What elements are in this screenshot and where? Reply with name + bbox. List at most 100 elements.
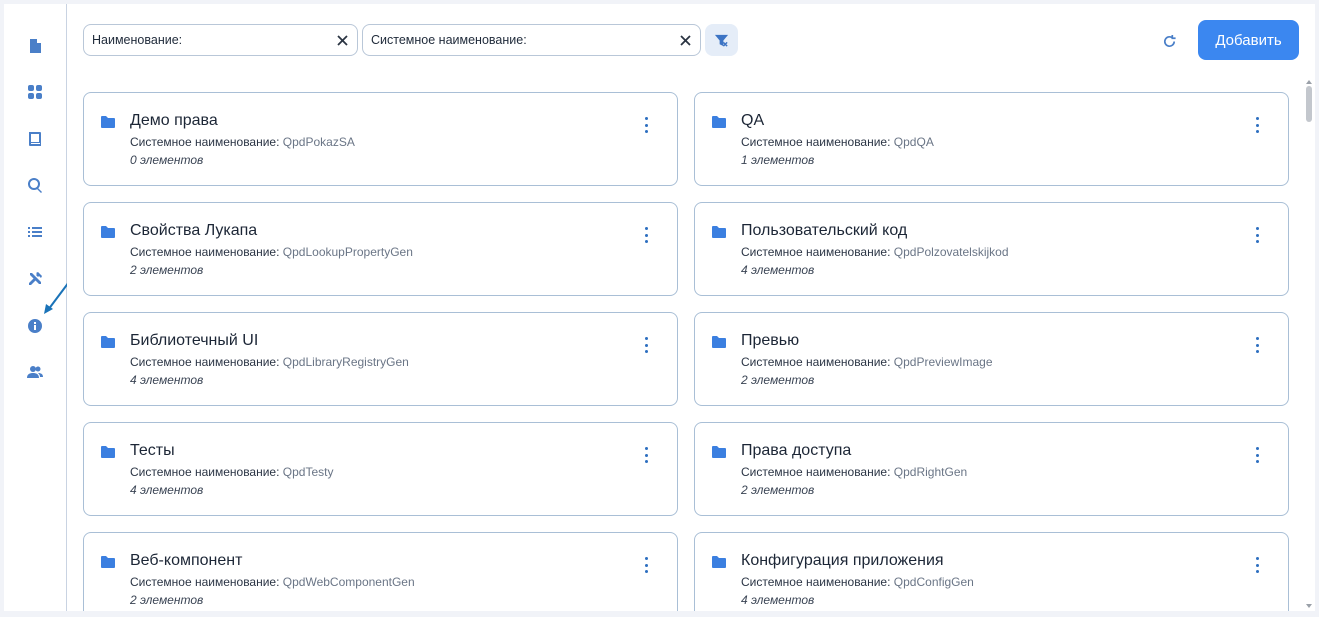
close-icon [679, 34, 691, 46]
document-icon [30, 39, 41, 53]
scrollbar-thumb[interactable] [1306, 86, 1312, 122]
card-title: Библиотечный UI [130, 332, 259, 349]
card-title: Веб-компонент [130, 552, 243, 569]
card-count: 1 элементов [741, 153, 815, 167]
folder-icon [712, 555, 726, 568]
card[interactable]: Конфигурация приложения Системное наимен… [694, 532, 1289, 611]
card-title: Тесты [130, 442, 175, 459]
sidebar-item-users[interactable] [23, 360, 47, 384]
name-filter-clear-button[interactable] [335, 33, 349, 47]
folder-icon [712, 335, 726, 348]
card-system-name-value: QpdPokazSA [282, 135, 355, 149]
card-system-name-label: Системное наименование: [741, 135, 891, 149]
card-system-name-value: QpdLookupPropertyGen [282, 245, 413, 259]
card-system-name: Системное наименование: QpdTesty [130, 465, 334, 479]
card-system-name-value: QpdConfigGen [893, 575, 974, 589]
folder-icon [712, 115, 726, 128]
more-vertical-icon[interactable] [1252, 227, 1262, 243]
scroll-up-icon[interactable] [1306, 80, 1312, 84]
card[interactable]: Демо права Системное наименование: QpdPo… [83, 92, 678, 186]
scroll-down-icon[interactable] [1306, 604, 1312, 608]
more-vertical-icon[interactable] [1252, 557, 1262, 573]
card-count: 0 элементов [130, 153, 204, 167]
folder-icon [101, 445, 115, 458]
card-system-name-value: QpdPolzovatelskijkod [893, 245, 1009, 259]
more-vertical-icon[interactable] [641, 117, 651, 133]
folder-icon [101, 225, 115, 238]
card[interactable]: Пользовательский код Системное наименова… [694, 202, 1289, 296]
name-filter[interactable]: Наименование: [83, 24, 358, 56]
app-window: Наименование: Системное наименование: До… [0, 0, 1319, 617]
card-title: QA [741, 112, 765, 129]
card-system-name-label: Системное наименование: [130, 245, 280, 259]
main-panel: Наименование: Системное наименование: До… [67, 4, 1315, 611]
more-vertical-icon[interactable] [1252, 117, 1262, 133]
card[interactable]: Библиотечный UI Системное наименование: … [83, 312, 678, 406]
folder-icon [101, 555, 115, 568]
card-system-name: Системное наименование: QpdPolzovatelski… [741, 245, 1009, 259]
more-vertical-icon[interactable] [641, 447, 651, 463]
sysname-filter[interactable]: Системное наименование: [362, 24, 701, 56]
sidebar-item-dashboard[interactable] [23, 80, 47, 104]
sysname-filter-input[interactable] [530, 33, 678, 47]
card-count: 2 элементов [741, 373, 815, 387]
sysname-filter-clear-button[interactable] [678, 33, 692, 47]
card-system-name: Системное наименование: QpdWebComponentG… [130, 575, 415, 589]
card[interactable]: Веб-компонент Системное наименование: Qp… [83, 532, 678, 611]
card-system-name-label: Системное наименование: [741, 465, 891, 479]
name-filter-input[interactable] [186, 33, 335, 47]
folder-icon [712, 225, 726, 238]
more-vertical-icon[interactable] [641, 227, 651, 243]
info-icon [28, 319, 42, 333]
add-button[interactable]: Добавить [1198, 20, 1299, 60]
more-vertical-icon[interactable] [641, 557, 651, 573]
more-vertical-icon[interactable] [1252, 447, 1262, 463]
card-system-name-value: QpdLibraryRegistryGen [282, 355, 409, 369]
folder-icon [712, 445, 726, 458]
sidebar-item-list[interactable] [23, 220, 47, 244]
scrollbar[interactable] [1303, 80, 1313, 611]
card-title: Пользовательский код [741, 222, 908, 239]
card-count: 2 элементов [130, 593, 204, 607]
card[interactable]: Тесты Системное наименование: QpdTesty 4… [83, 422, 678, 516]
card-system-name: Системное наименование: QpdLibraryRegist… [130, 355, 409, 369]
card-system-name: Системное наименование: QpdRightGen [741, 465, 967, 479]
card-title: Демо права [130, 112, 218, 129]
close-icon [336, 34, 348, 46]
card-system-name-label: Системное наименование: [741, 245, 891, 259]
sidebar-item-documents[interactable] [23, 34, 47, 58]
card[interactable]: QA Системное наименование: QpdQA 1 элеме… [694, 92, 1289, 186]
clear-filters-button[interactable] [705, 24, 738, 56]
card[interactable]: Права доступа Системное наименование: Qp… [694, 422, 1289, 516]
card-system-name: Системное наименование: QpdLookupPropert… [130, 245, 413, 259]
card-system-name-label: Системное наименование: [130, 575, 280, 589]
card-system-name-value: QpdRightGen [893, 465, 968, 479]
card-system-name-value: QpdTesty [282, 465, 334, 479]
refresh-button[interactable] [1158, 30, 1180, 52]
card-count: 4 элементов [741, 263, 815, 277]
card[interactable]: Превью Системное наименование: QpdPrevie… [694, 312, 1289, 406]
list-icon [28, 227, 42, 237]
card-count: 2 элементов [130, 263, 204, 277]
card-system-name-value: QpdWebComponentGen [282, 575, 415, 589]
card-system-name-value: QpdPreviewImage [893, 355, 993, 369]
more-vertical-icon[interactable] [1252, 337, 1262, 353]
sidebar-item-info[interactable] [23, 314, 47, 338]
folder-icon [101, 115, 115, 128]
card[interactable]: Свойства Лукапа Системное наименование: … [83, 202, 678, 296]
card-system-name: Системное наименование: QpdPreviewImage [741, 355, 993, 369]
book-icon [29, 132, 41, 146]
card-system-name-label: Системное наименование: [130, 465, 280, 479]
filter-off-icon [714, 34, 729, 47]
card-system-name: Системное наименование: QpdQA [741, 135, 934, 149]
refresh-icon [1163, 34, 1176, 47]
card-title: Свойства Лукапа [130, 222, 258, 239]
card-system-name-label: Системное наименование: [130, 135, 280, 149]
card-system-name-value: QpdQA [893, 135, 934, 149]
sidebar-item-search[interactable] [23, 173, 47, 197]
sidebar-item-library[interactable] [23, 127, 47, 151]
card-system-name-label: Системное наименование: [741, 355, 891, 369]
name-filter-label: Наименование: [92, 33, 183, 47]
more-vertical-icon[interactable] [641, 337, 651, 353]
dashboard-icon [28, 85, 42, 99]
